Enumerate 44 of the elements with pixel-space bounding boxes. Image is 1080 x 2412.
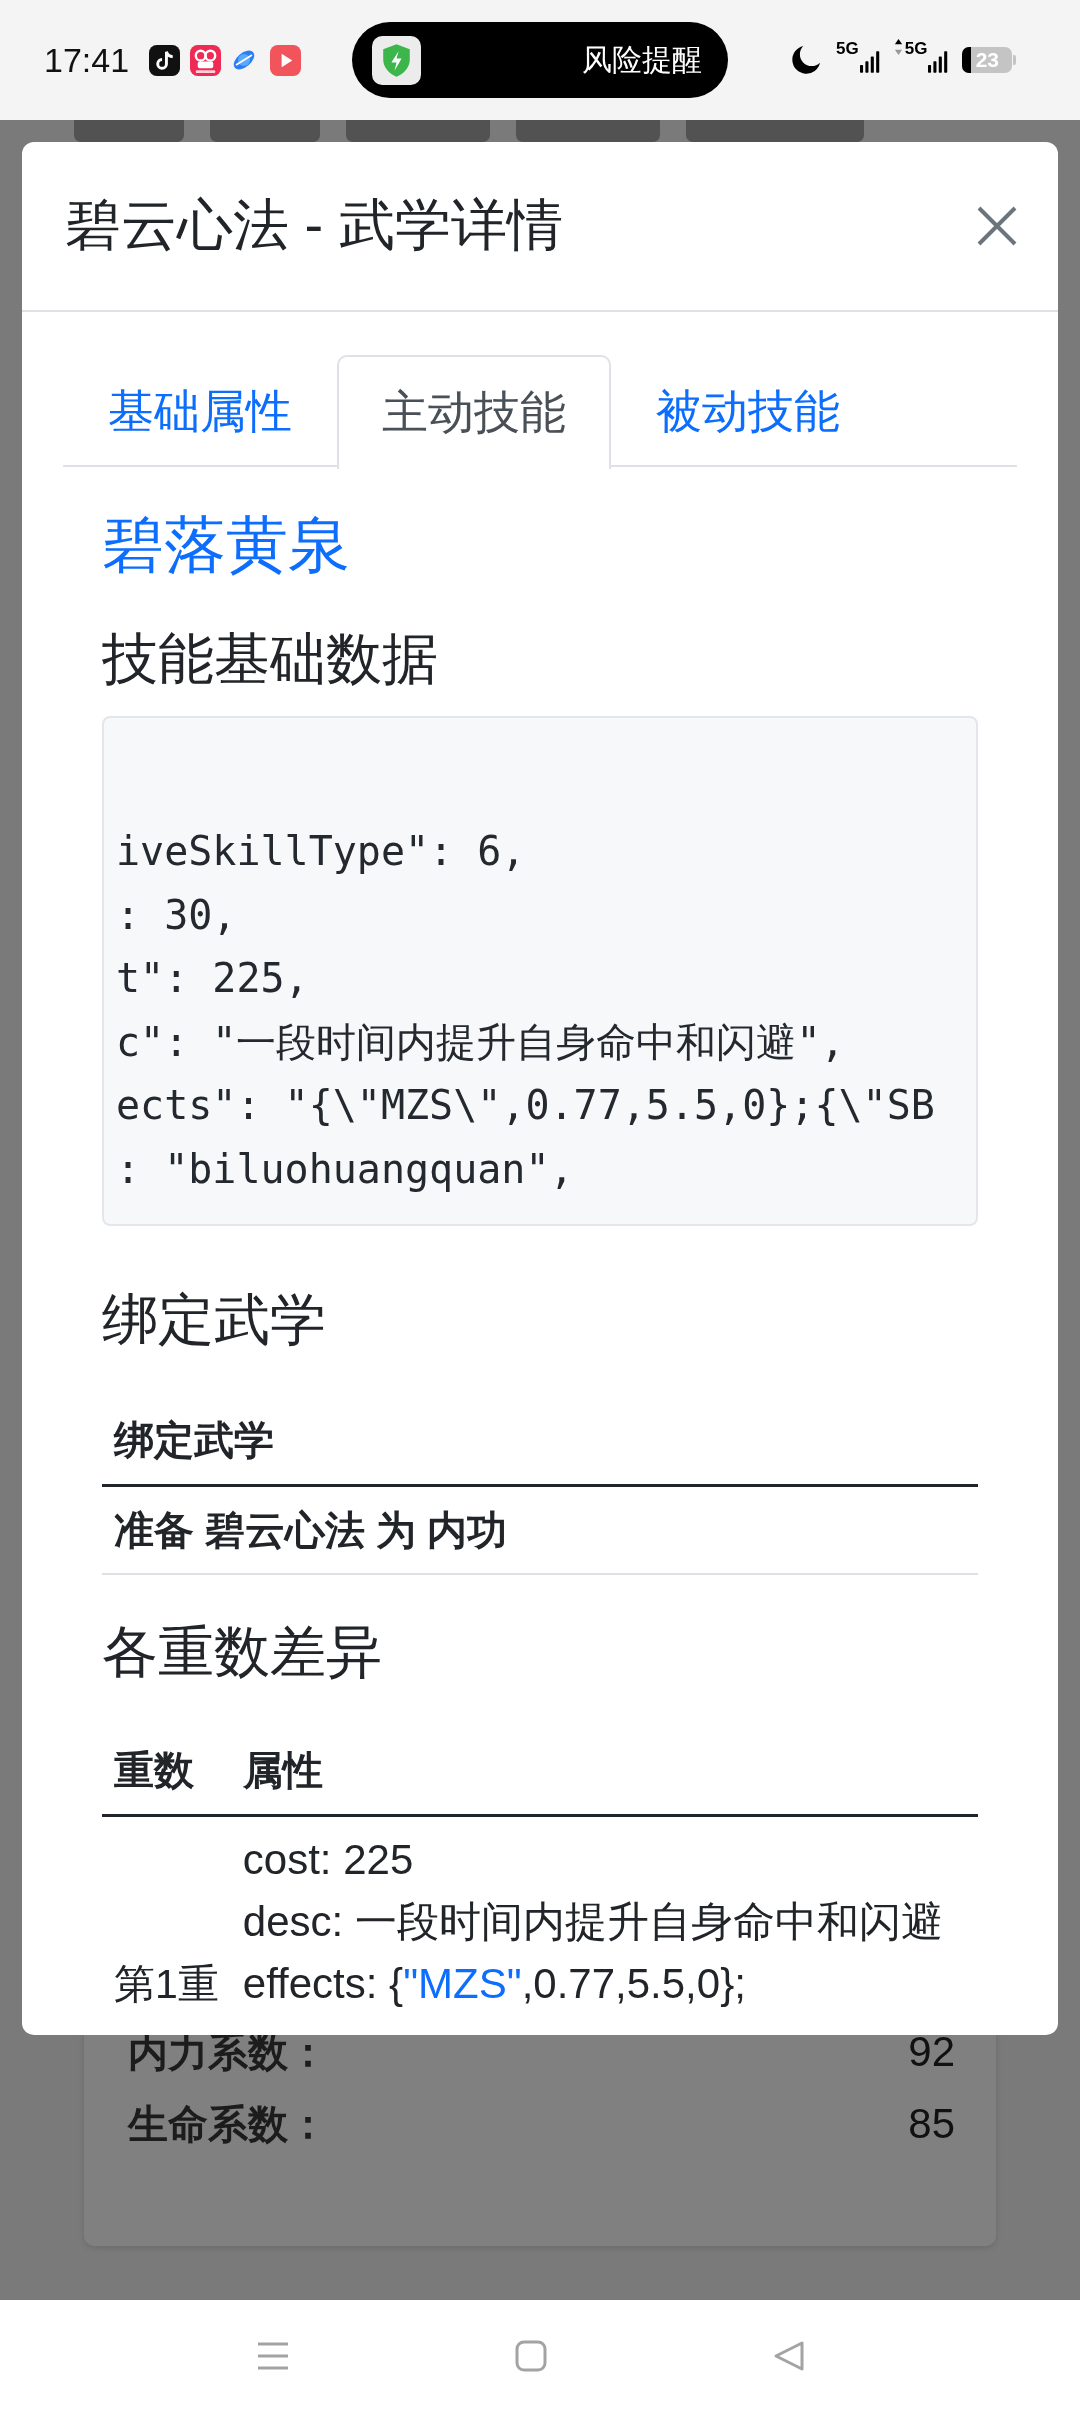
column-header: 重数	[102, 1726, 231, 1816]
tab[interactable]: 基础属性	[63, 355, 337, 467]
moon-icon	[790, 44, 822, 76]
reel-app-icon	[190, 44, 222, 76]
code-line: t": 225,	[116, 954, 309, 1003]
attribute-line: desc: 一段时间内提升自身命中和闪避	[242, 1897, 943, 1947]
back-icon[interactable]	[773, 2340, 805, 2372]
notification-text: 风险提醒	[582, 41, 702, 78]
battery-indicator: 23	[962, 47, 1017, 73]
attribute-line: effects: {"MZS",0.77,5.5,0};	[242, 1959, 746, 2009]
tab[interactable]: 主动技能	[337, 355, 611, 469]
code-line: : 30,	[116, 890, 237, 940]
code-line: ects": "{\"MZS\",0.77,5.5,0};{\"SB	[116, 1081, 935, 1130]
network-type: 5G	[904, 40, 928, 57]
square-icon[interactable]	[515, 2340, 547, 2372]
modal-title: 碧云心法 - 武学详情	[65, 192, 563, 258]
shield-icon	[372, 35, 421, 85]
table-cell: 第1重	[102, 1815, 231, 2015]
attribute-line: cost: 225	[242, 1835, 414, 1885]
stat-value: 92	[908, 2030, 955, 2074]
network-type: 5G	[836, 40, 859, 57]
stat-label: 生命系数：	[128, 2102, 328, 2146]
code-line: c": "一段时间内提升自身命中和闪避",	[116, 1017, 845, 1067]
close-icon	[977, 206, 1017, 246]
signal-icon	[928, 50, 949, 74]
section-heading: 绑定武学	[102, 1287, 326, 1353]
column-header: 属性	[230, 1726, 978, 1816]
clock-time: 17:41	[44, 40, 130, 80]
menu-icon[interactable]	[257, 2340, 289, 2372]
column-header: 绑定武学	[102, 1396, 978, 1486]
notification-pill[interactable]: 风险提醒	[352, 22, 728, 98]
data-arrows-icon	[893, 38, 903, 56]
section-heading: 技能基础数据	[102, 626, 438, 692]
section-heading: 各重数差异	[102, 1619, 382, 1685]
table-cell: 准备 碧云心法 为 内功	[102, 1485, 978, 1574]
signal-icon	[859, 50, 880, 74]
close-button[interactable]	[977, 206, 1017, 246]
code-line: : "biluohuangquan",	[116, 1144, 574, 1194]
stat-value: 85	[908, 2102, 955, 2146]
code-line: iveSkillType": 6,	[116, 827, 526, 876]
note-app-icon	[149, 44, 181, 76]
skill-title: 碧落黄泉	[102, 509, 350, 581]
tab[interactable]: 被动技能	[611, 355, 885, 467]
play-app-icon	[270, 44, 302, 76]
